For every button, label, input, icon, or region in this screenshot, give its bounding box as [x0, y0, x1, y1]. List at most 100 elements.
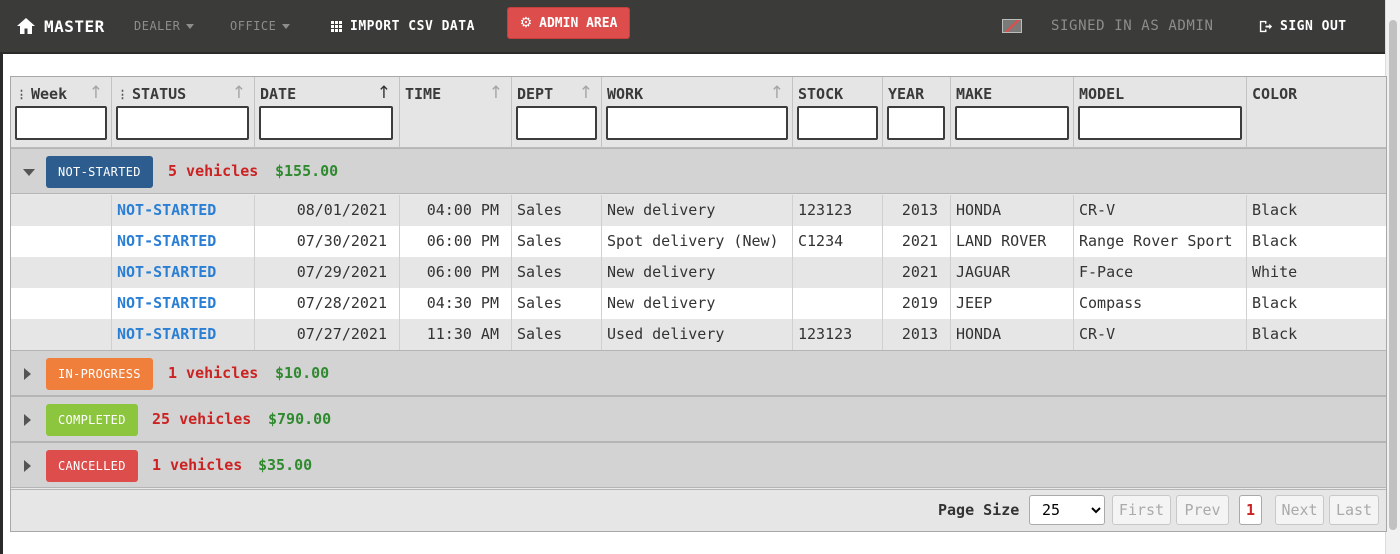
current-page-button[interactable]: 1	[1239, 495, 1262, 525]
group-total: $10.00	[275, 364, 330, 382]
cell-status[interactable]: NOT-STARTED	[112, 319, 255, 350]
sort-arrow-icon[interactable]: ↑	[579, 83, 593, 103]
cell-model: Range Rover Sport	[1074, 226, 1247, 257]
status-badge: IN-PROGRESS	[46, 358, 153, 390]
col-stock-header[interactable]: STOCK	[793, 77, 883, 148]
window-edge	[0, 0, 3, 554]
col-date-text: DATE	[260, 85, 297, 103]
cell-year: 2021	[883, 226, 951, 257]
group-cancelled[interactable]: CANCELLED 1 vehicles $35.00	[11, 442, 1386, 488]
caret-right-icon[interactable]	[24, 414, 31, 426]
table-row[interactable]: NOT-STARTED 07/29/2021 06:00 PM Sales New de…	[11, 257, 1386, 288]
col-make-header[interactable]: MAKE	[951, 77, 1074, 148]
caret-right-icon[interactable]	[24, 460, 31, 472]
prev-page-button[interactable]: Prev	[1176, 495, 1229, 525]
col-week-text: Week	[31, 85, 68, 103]
group-not-started[interactable]: NOT-STARTED 5 vehicles $155.00	[11, 148, 1386, 194]
cell-model: F-Pace	[1074, 257, 1247, 288]
col-week-label: ⋮ Week	[16, 85, 67, 103]
group-total: $35.00	[258, 456, 313, 474]
sort-arrow-icon[interactable]: ↑	[770, 83, 784, 103]
table-row[interactable]: NOT-STARTED 07/30/2021 06:00 PM Sales Spot d…	[11, 226, 1386, 257]
cell-model: CR-V	[1074, 195, 1247, 226]
cell-time: 11:30 AM	[400, 319, 512, 350]
page-scrollbar[interactable]	[1385, 0, 1400, 554]
next-page-button[interactable]: Next	[1275, 495, 1324, 525]
page-size-select[interactable]: 25	[1029, 495, 1105, 525]
col-year-label: YEAR	[888, 85, 924, 103]
cell-stock: C1234	[793, 226, 883, 257]
caret-right-icon[interactable]	[24, 368, 31, 380]
brand-link[interactable]: MASTER	[16, 0, 105, 53]
col-time-header[interactable]: TIME ↑	[400, 77, 512, 148]
cell-color: Black	[1247, 288, 1386, 319]
col-week-header[interactable]: ⋮ Week ↑	[11, 77, 112, 148]
status-filter-input[interactable]	[116, 106, 249, 140]
col-color-header[interactable]: COLOR	[1247, 77, 1386, 148]
dealer-dropdown[interactable]: DEALER	[134, 0, 195, 53]
admin-area-button[interactable]: ⚙ ADMIN AREA	[507, 7, 630, 39]
col-status-label: ⋮ STATUS	[117, 85, 186, 103]
cell-week	[11, 226, 112, 257]
table-row[interactable]: NOT-STARTED 07/28/2021 04:30 PM Sales New de…	[11, 288, 1386, 319]
chevron-down-icon	[186, 23, 195, 29]
col-stock-text: STOCK	[798, 85, 844, 103]
date-filter-input[interactable]	[259, 106, 393, 140]
col-year-header[interactable]: YEAR	[883, 77, 951, 148]
stock-filter-input[interactable]	[797, 106, 878, 140]
dept-filter-input[interactable]	[516, 106, 597, 140]
cell-status[interactable]: NOT-STARTED	[112, 288, 255, 319]
model-filter-input[interactable]	[1078, 106, 1242, 140]
sort-arrow-icon[interactable]: ↑	[377, 83, 391, 103]
group-count: 1 vehicles	[152, 456, 243, 474]
cell-status[interactable]: NOT-STARTED	[112, 226, 255, 257]
first-page-button[interactable]: First	[1112, 495, 1171, 525]
grid-header: ⋮ Week ↑ ⋮ STATUS ↑ DATE ↑ TIME ↑ DEPT ↑ W…	[11, 77, 1386, 148]
col-time-label: TIME	[405, 85, 441, 103]
cell-make: LAND ROVER	[951, 226, 1074, 257]
sign-out-icon	[1259, 20, 1273, 32]
col-dept-header[interactable]: DEPT ↑	[512, 77, 602, 148]
sort-arrow-icon[interactable]: ↑	[489, 83, 503, 103]
group-completed[interactable]: COMPLETED 25 vehicles $790.00	[11, 396, 1386, 442]
col-stock-label: STOCK	[798, 85, 843, 103]
cell-week	[11, 319, 112, 350]
col-model-header[interactable]: MODEL	[1074, 77, 1247, 148]
table-row[interactable]: NOT-STARTED 08/01/2021 04:00 PM Sales New de…	[11, 195, 1386, 226]
col-make-label: MAKE	[956, 85, 992, 103]
sort-arrow-icon[interactable]: ↑	[89, 83, 103, 103]
dealer-label: DEALER	[134, 19, 181, 33]
cell-date: 07/27/2021	[255, 319, 400, 350]
office-dropdown[interactable]: OFFICE	[230, 0, 291, 53]
week-filter-input[interactable]	[15, 106, 107, 140]
signed-in-status: SIGNED IN AS ADMIN	[1051, 18, 1214, 34]
sign-out-link[interactable]: SIGN OUT	[1258, 0, 1347, 53]
col-work-header[interactable]: WORK ↑	[602, 77, 793, 148]
col-dept-label: DEPT	[517, 85, 553, 103]
pagination-bar: Page Size 25 First Prev 1 Next Last	[11, 489, 1386, 531]
cell-status[interactable]: NOT-STARTED	[112, 195, 255, 226]
group-count: 1 vehicles	[168, 364, 259, 382]
last-page-button[interactable]: Last	[1329, 495, 1379, 525]
cell-stock: 123123	[793, 195, 883, 226]
col-date-header[interactable]: DATE ↑	[255, 77, 400, 148]
col-color-label: COLOR	[1252, 85, 1297, 103]
sort-arrow-icon[interactable]: ↑	[232, 83, 246, 103]
cell-date: 07/30/2021	[255, 226, 400, 257]
import-csv-link[interactable]: IMPORT CSV DATA	[331, 0, 475, 53]
make-filter-input[interactable]	[955, 106, 1069, 140]
group-in-progress[interactable]: IN-PROGRESS 1 vehicles $10.00	[11, 350, 1386, 396]
grid-icon	[331, 20, 342, 32]
scrollbar-thumb[interactable]	[1389, 20, 1397, 530]
col-time-text: TIME	[405, 85, 442, 103]
cell-date: 07/28/2021	[255, 288, 400, 319]
caret-down-icon[interactable]	[23, 169, 35, 176]
cell-year: 2013	[883, 319, 951, 350]
work-filter-input[interactable]	[606, 106, 788, 140]
col-status-header[interactable]: ⋮ STATUS ↑	[112, 77, 255, 148]
year-filter-input[interactable]	[887, 106, 945, 140]
table-row[interactable]: NOT-STARTED 07/27/2021 11:30 AM Sales Used d…	[11, 319, 1386, 350]
cell-work: New delivery	[602, 257, 793, 288]
drag-handle-icon: ⋮	[117, 87, 128, 101]
cell-status[interactable]: NOT-STARTED	[112, 257, 255, 288]
